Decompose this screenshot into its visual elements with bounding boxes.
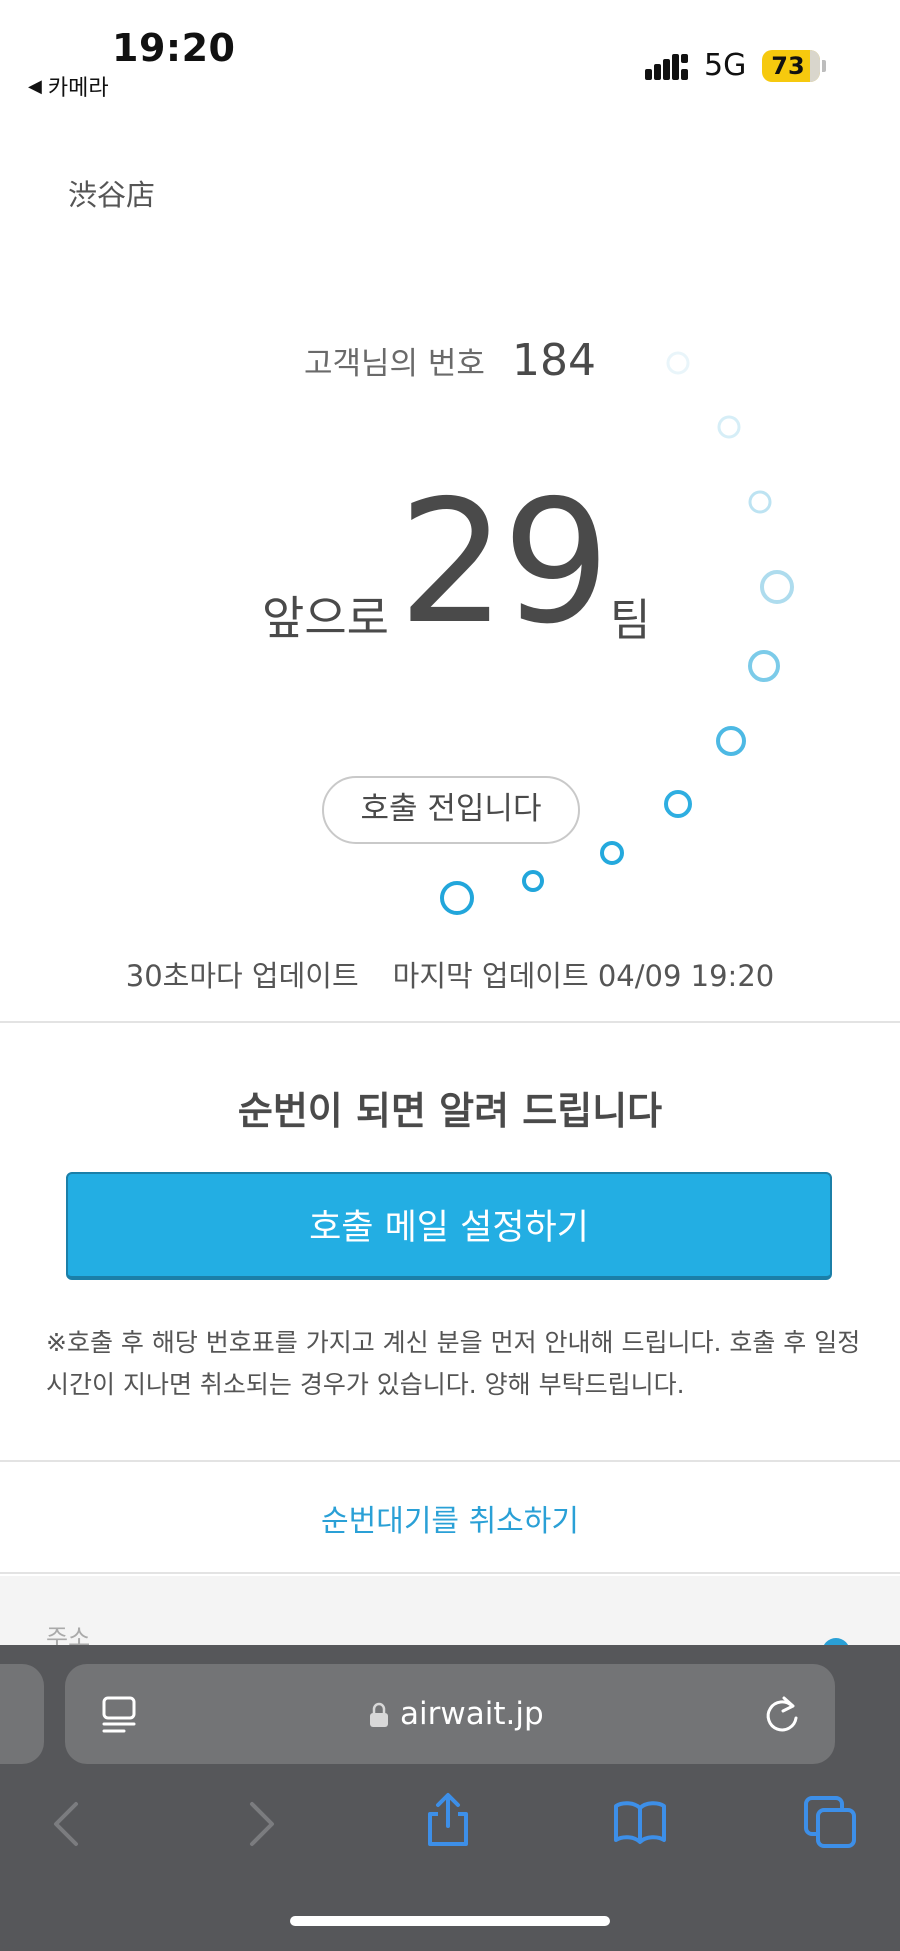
notify-title: 순번이 되면 알려 드립니다	[237, 1089, 663, 1133]
address-section	[0, 1576, 900, 1656]
divider	[0, 1572, 900, 1574]
ticket-label: 고객님의 번호	[303, 346, 485, 382]
tabs-icon[interactable]	[802, 1794, 858, 1850]
call-status-badge: 호출 전입니다	[322, 776, 580, 844]
ahead-suffix: 팀	[610, 595, 651, 646]
back-icon[interactable]	[40, 1796, 96, 1852]
reader-icon[interactable]	[100, 1694, 140, 1734]
ahead-prefix: 앞으로	[262, 591, 389, 645]
divider	[0, 1021, 900, 1023]
call-mail-setup-button[interactable]: 호출 메일 설정하기	[66, 1172, 832, 1280]
url-text[interactable]: airwait.jp	[400, 1696, 544, 1732]
divider	[0, 1460, 900, 1462]
reload-icon[interactable]	[762, 1692, 802, 1736]
update-interval: 30초마다 업데이트	[125, 959, 359, 993]
update-info: 30초마다 업데이트 마지막 업데이트 04/09 19:20	[0, 953, 900, 995]
ahead-count: 29	[398, 464, 610, 662]
last-update-time: 04/09 19:20	[597, 959, 775, 993]
cancel-queue-link[interactable]: 순번대기를 취소하기	[0, 1496, 900, 1540]
notice-text: ※호출 후 해당 번호표를 가지고 계신 분을 먼저 안내해 드립니다. 호출 …	[46, 1328, 861, 1399]
lock-icon	[370, 1702, 388, 1727]
bookmarks-icon[interactable]	[612, 1794, 668, 1850]
ticket-row: 고객님의 번호 184	[0, 335, 900, 386]
forward-icon[interactable]	[232, 1796, 288, 1852]
last-update-label: 마지막 업데이트	[392, 959, 589, 993]
home-indicator	[290, 1916, 610, 1926]
previous-tab-preview[interactable]	[0, 1664, 44, 1764]
ticket-number: 184	[512, 335, 597, 386]
share-icon[interactable]	[420, 1792, 476, 1848]
